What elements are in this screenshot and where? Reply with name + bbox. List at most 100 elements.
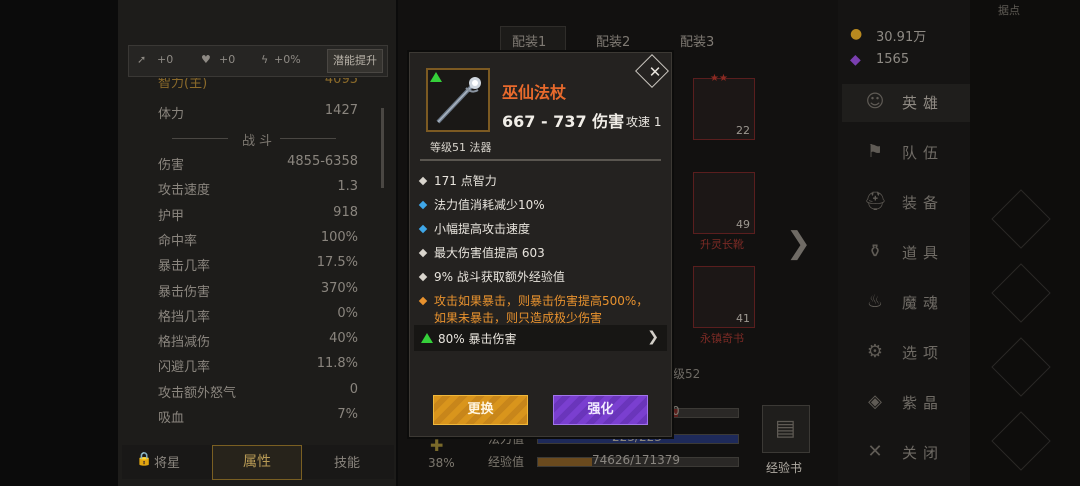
chevron-right-icon[interactable]: ❯ (786, 226, 811, 261)
crystal-icon: ◈ (868, 391, 882, 412)
exp-book-label: 经验书 (766, 461, 803, 475)
tab-generals[interactable]: 将星 (154, 452, 180, 471)
close-icon[interactable]: ✕ (644, 61, 666, 83)
bag-icon: ⚱ (867, 241, 883, 262)
menu-item-label: 关闭 (902, 444, 945, 462)
star-icon: ★★ (710, 73, 728, 84)
divider (420, 159, 661, 161)
level-text: 级52 (673, 367, 701, 381)
stat-label: 暴击几率 (158, 259, 211, 275)
percent-text: 38% (428, 456, 455, 470)
affix-text: 小幅提高攻击速度 (434, 222, 531, 236)
gem-amount: 1565 (876, 52, 910, 67)
exp-book-button[interactable]: ▤ (762, 405, 810, 453)
stat-row: 攻击额外怒气 0 (158, 382, 358, 406)
stat-row: 格挡几率 0% (158, 306, 358, 330)
stat-value: 4855-6358 (287, 154, 358, 169)
stat-label: 吸血 (158, 411, 185, 426)
menu-item-helmet[interactable]: ⛑ 装备 (864, 188, 964, 220)
menu-item-gear[interactable]: ⚙ 选项 (864, 338, 964, 370)
tab-attributes[interactable]: 属性 (212, 445, 302, 480)
stat-value: 0 (349, 381, 358, 397)
stat-row: 吸血 7% (158, 407, 358, 431)
menu-item-flame[interactable]: ♨ 魔魂 (864, 288, 964, 320)
menu-item-label: 紫晶 (902, 394, 945, 412)
equipment-slot-boots[interactable]: 49 (693, 172, 755, 234)
tab-loadout-2[interactable]: 配装2 (596, 31, 630, 50)
stat-label: 攻击额外怒气 (158, 385, 237, 401)
person-icon: ☺ (865, 91, 885, 112)
item-affix: 9% 战斗获取额外经验值 (418, 268, 565, 285)
potential-upgrade-button[interactable]: 潜能提升 (327, 49, 383, 73)
health-bonus: +0 (219, 53, 236, 66)
gold-coin-icon: ● (850, 26, 863, 42)
stat-label: 攻击速度 (158, 183, 211, 199)
stat-row: 体力 1427 (158, 103, 358, 122)
divider (172, 138, 228, 139)
stat-value: 17.5% (316, 255, 358, 271)
menu-item-label: 选项 (902, 344, 945, 362)
socket-row[interactable]: 80% 暴击伤害 ❯ (414, 325, 667, 351)
menu-item-label: 队伍 (902, 144, 945, 162)
stat-label: 暴击伤害 (158, 284, 211, 300)
stat-row: 暴击几率 17.5% (158, 255, 358, 279)
item-attack-speed: 攻速 1 (626, 115, 662, 129)
socket-text: 80% 暴击伤害 (438, 332, 517, 346)
bullet-icon (418, 296, 428, 305)
menu-item-person[interactable]: ☺ 英雄 (864, 88, 964, 120)
green-gem-icon (421, 333, 433, 343)
affix-text: 法力值消耗减少10% (434, 198, 545, 212)
equipment-slot-helmet[interactable]: ★★ 22 (693, 73, 755, 140)
speed-bonus: +0% (274, 53, 301, 66)
scrollbar[interactable] (381, 108, 384, 188)
affix-text-line2: 如果未暴击，则只造成极少伤害 (434, 311, 603, 325)
stat-value: 100% (320, 229, 358, 245)
heart-icon: ♥ (201, 53, 211, 66)
menu-item-bag[interactable]: ⚱ 道具 (864, 238, 964, 270)
lightning-icon: ϟ (261, 53, 269, 66)
flag-icon: ⚑ (866, 141, 884, 162)
menu-item-flag[interactable]: ⚑ 队伍 (864, 138, 964, 170)
affix-text: 最大伤害值提高 603 (434, 246, 545, 260)
tab-loadout-3[interactable]: 配装3 (680, 31, 714, 50)
stat-value: 7% (337, 407, 358, 422)
chevron-right-icon: ❯ (647, 329, 659, 345)
stat-row: 命中率 100% (158, 230, 358, 254)
stat-value: 1.3 (337, 179, 358, 195)
stat-value: 40% (329, 331, 358, 347)
bullet-icon (418, 176, 428, 185)
enhance-button[interactable]: 强化 (553, 395, 648, 425)
menu-item-label: 装备 (902, 194, 945, 212)
stat-row-partial: 智力(主) 4095 (158, 78, 358, 91)
equipment-slot-book[interactable]: 41 (693, 266, 755, 328)
flame-icon: ♨ (866, 291, 884, 312)
item-affix: 171 点智力 (418, 172, 497, 189)
stat-value: 370% (320, 280, 358, 296)
helmet-icon: ⛑ (864, 191, 887, 212)
item-icon (426, 68, 490, 132)
stat-row: 护甲 918 (158, 205, 358, 229)
close-icon: ✕ (867, 441, 883, 462)
book-icon: ▤ (775, 416, 796, 441)
menu-item-crystal[interactable]: ◈ 紫晶 (864, 388, 964, 420)
tab-skills[interactable]: 技能 (334, 452, 360, 471)
affix-text: 9% 战斗获取额外经验值 (434, 270, 565, 284)
menu-item-close[interactable]: ✕ 关闭 (864, 438, 964, 470)
stat-label: 闪避几率 (158, 360, 211, 376)
item-affix: 小幅提高攻击速度 (418, 220, 531, 237)
item-affix: 攻击如果暴击，则暴击伤害提高500%， 如果未暴击，则只造成极少伤害 (418, 292, 649, 326)
gold-amount: 30.91万 (876, 30, 927, 45)
menu-item-label: 英雄 (902, 94, 945, 112)
plus-icon: ✚ (430, 436, 444, 455)
slot-label: 升灵长靴 (700, 238, 744, 251)
exp-value: 74626/171379 (592, 453, 681, 467)
stat-label: 命中率 (158, 233, 198, 249)
stat-row: 攻击速度 1.3 (158, 179, 358, 203)
socket-gem-icon (430, 72, 442, 82)
stat-value: 0% (337, 305, 358, 321)
affix-text: 攻击如果暴击，则暴击伤害提高500%， (434, 294, 649, 308)
replace-button[interactable]: 更换 (433, 395, 528, 425)
bullet-icon (418, 272, 428, 281)
tab-loadout-1[interactable]: 配装1 (512, 31, 546, 50)
item-affix: 最大伤害值提高 603 (418, 244, 545, 261)
